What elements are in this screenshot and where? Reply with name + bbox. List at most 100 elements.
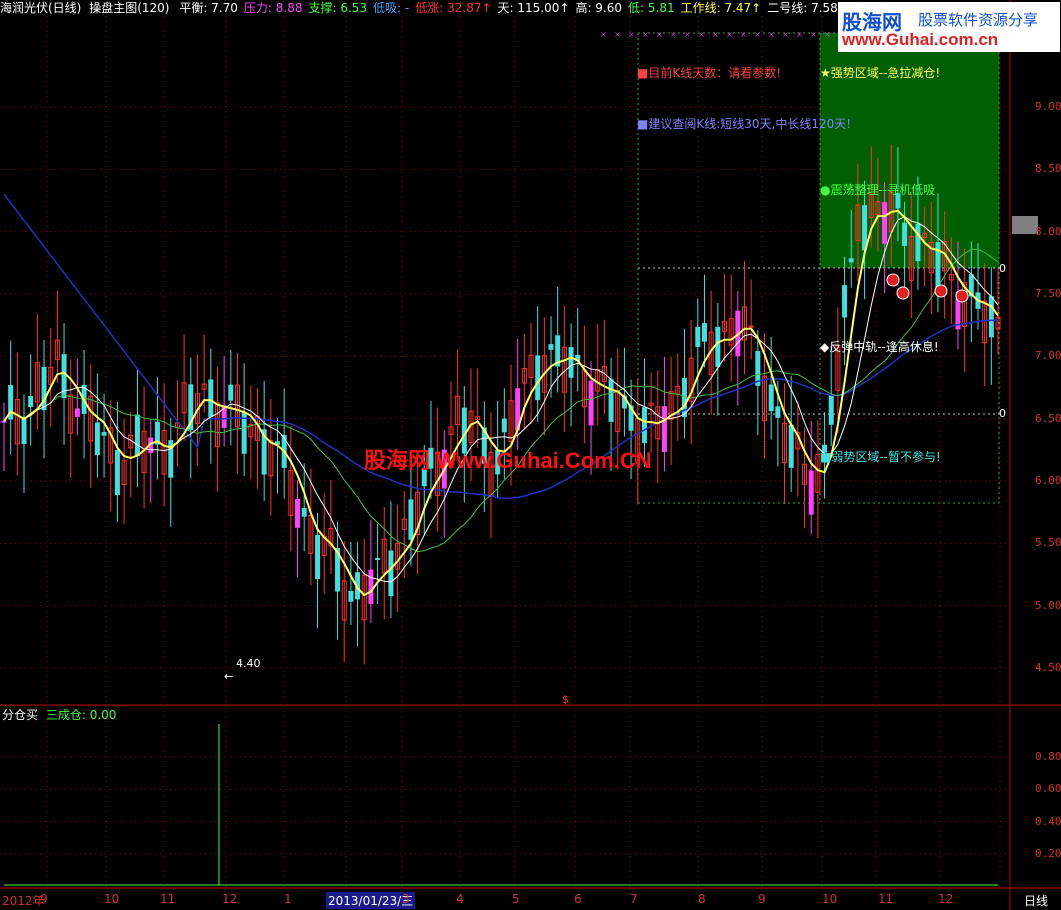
signal-dot [896, 286, 910, 300]
time-tick-label: 2012年 [2, 894, 45, 908]
candle-body [375, 558, 381, 561]
low-price-marker: 4.40 [236, 657, 261, 670]
weak-zone-note: ■弱势区域--暂不参与! [820, 450, 941, 464]
ma-white-line [3, 216, 999, 583]
candle-body [348, 590, 354, 602]
candle-body [748, 325, 754, 328]
period-label[interactable]: 日线 [1024, 892, 1048, 909]
time-tick-label: 9 [758, 892, 766, 906]
candle-body [74, 408, 80, 417]
top-marker-icon: × [754, 30, 761, 39]
top-marker-icon: × [656, 30, 663, 39]
candle-body [501, 418, 507, 433]
lower-series-label: 三成仓: [45, 708, 86, 722]
candle-body [808, 470, 814, 515]
candle-body [368, 569, 374, 604]
shock-zone-note: ●震荡整理--寻机低吸 [820, 183, 936, 197]
candle-body [862, 205, 868, 251]
top-marker-icon: × [768, 30, 775, 39]
top-marker-icon: × [796, 30, 803, 39]
watermark: 股海网 Www.Guhai.Com.CN [364, 448, 652, 473]
kline-days-note: ■目前K线天数：请看参数! [637, 66, 782, 80]
time-tick-label: 11 [160, 892, 176, 906]
candle-body [94, 422, 100, 456]
logo-slogan: 股票软件资源分享 [918, 11, 1039, 29]
time-tick-label: 7 [630, 892, 638, 906]
signal-dot [955, 289, 969, 303]
top-marker-icon: × [628, 30, 635, 39]
candle-body [568, 347, 574, 378]
price-tick-label: 8.50 [1035, 162, 1061, 176]
site-logo[interactable]: 股海网 股票软件资源分享 www.Guhai.com.cn [838, 2, 1060, 52]
ma-green-line [3, 248, 999, 553]
candle-body [902, 222, 908, 246]
time-tick-label: 6 [574, 892, 582, 906]
time-tick-label: 9 [40, 892, 48, 906]
time-tick-label: 8 [698, 892, 706, 906]
candle-body [788, 424, 794, 468]
candle-body [768, 384, 774, 412]
lower-series-value: 0.00 [89, 708, 117, 722]
candle-body [882, 202, 888, 244]
time-tick-label: 11 [878, 892, 894, 906]
top-marker-icon: × [642, 30, 649, 39]
candle-body [21, 417, 27, 445]
candle-body [848, 258, 854, 263]
low-arrow-icon: ← [224, 670, 234, 683]
candle-body [101, 432, 107, 436]
top-marker-icon: × [614, 30, 621, 39]
lower-tick-label: 0.60 [1035, 782, 1061, 796]
lower-level-tag: 0 [999, 407, 1006, 420]
rebound-note: ◆反弹中轨--逢高休息! [820, 340, 939, 354]
top-marker-icon: × [670, 30, 677, 39]
top-marker-icon: × [782, 30, 789, 39]
candle-body [915, 223, 921, 262]
time-tick-label: 3 [402, 892, 410, 906]
candle-body [301, 508, 307, 517]
dollar-marker-icon: $ [562, 693, 569, 706]
candle-body [535, 355, 541, 401]
signal-markers [886, 273, 969, 303]
top-marker-icon: × [698, 30, 705, 39]
candle-body [1, 420, 7, 423]
candle-body [828, 395, 834, 425]
candle-body [988, 296, 994, 338]
candle-body [842, 285, 848, 318]
signal-dot [886, 273, 900, 287]
top-marker-icon: × [726, 30, 733, 39]
time-tick-label: 4 [456, 892, 464, 906]
candle-body [388, 550, 394, 597]
candle-body [695, 326, 701, 347]
top-marker-icon: × [712, 30, 719, 39]
time-tick-label: 1 [284, 892, 292, 906]
candle-body [208, 379, 214, 418]
candle-body [775, 406, 781, 418]
logo-url: www.Guhai.com.cn [842, 30, 999, 49]
stock-chart-window: 海润光伏(日线) 操盘主图(120) 平衡: 7.70 压力: 8.88 支撑: 6… [0, 0, 1061, 910]
candle-body [641, 407, 647, 444]
top-marker-icon: × [684, 30, 691, 39]
suggestion-note: ■建议查阅K线:短线30天,中长线120天! [637, 117, 852, 131]
lower-tick-label: 0.20 [1035, 846, 1061, 860]
price-tick-label: 4.50 [1035, 661, 1061, 674]
time-tick-label: 10 [822, 892, 838, 906]
time-tick-label: 5 [512, 892, 520, 906]
signal-dot [934, 284, 948, 298]
lower-tick-label: 0.40 [1035, 814, 1061, 828]
candle-body [715, 326, 721, 367]
candle-body [588, 380, 594, 426]
price-tick-label: 5.00 [1035, 598, 1061, 612]
price-tick-label: 7.00 [1035, 349, 1061, 363]
candle-body [134, 414, 140, 457]
candle-body [408, 499, 414, 540]
upper-level-tag: 0 [999, 262, 1006, 275]
candle-body [661, 406, 667, 452]
top-marker-icon: × [810, 30, 817, 39]
time-tick-label: 12 [222, 892, 238, 906]
price-tick-label: 9.00 [1035, 100, 1061, 113]
candle-body [28, 396, 34, 408]
price-tick-label: 6.00 [1035, 474, 1061, 487]
candle-body [701, 323, 707, 342]
time-tick-label: 12 [938, 892, 954, 906]
strong-zone-note: ★强势区域--急拉减仓! [820, 66, 941, 80]
